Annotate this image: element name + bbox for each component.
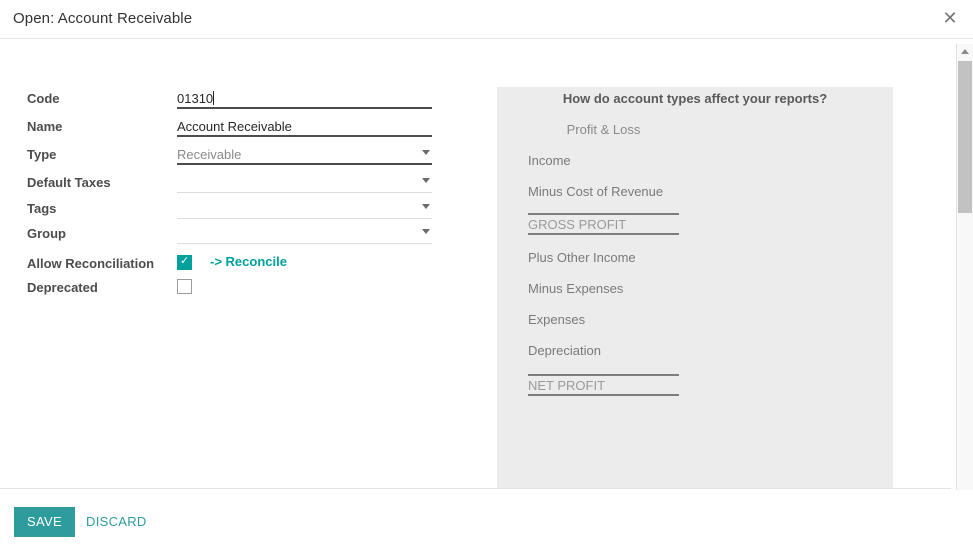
field-row-name: Name Account Receivable bbox=[27, 116, 432, 144]
chevron-down-icon bbox=[422, 229, 430, 234]
info-line-plus-other-income: Plus Other Income bbox=[528, 250, 636, 265]
field-control-group bbox=[177, 223, 432, 245]
info-panel-title: How do account types affect your reports… bbox=[562, 91, 828, 106]
field-row-type: Type Receivable bbox=[27, 144, 432, 172]
field-row-tags: Tags bbox=[27, 198, 432, 226]
info-line-minus-cost-of-revenue: Minus Cost of Revenue bbox=[528, 184, 664, 199]
text-cursor bbox=[213, 91, 215, 105]
chevron-up-icon[interactable] bbox=[957, 44, 973, 60]
reconcile-link[interactable]: -> Reconcile bbox=[210, 254, 287, 269]
save-button[interactable]: SAVE bbox=[14, 507, 75, 537]
field-row-default-taxes: Default Taxes bbox=[27, 172, 432, 200]
type-select-value: Receivable bbox=[177, 147, 242, 162]
allow-reconciliation-checkbox[interactable] bbox=[177, 254, 192, 270]
field-label-name: Name bbox=[27, 119, 63, 134]
field-row-group: Group bbox=[27, 223, 432, 251]
scrollbar-thumb[interactable] bbox=[958, 61, 972, 213]
default-taxes-select[interactable] bbox=[177, 172, 432, 193]
info-total-gross-profit: GROSS PROFIT bbox=[528, 213, 679, 235]
name-input-value: Account Receivable bbox=[177, 119, 292, 134]
field-label-allow-reconciliation: Allow Reconciliation bbox=[27, 256, 155, 271]
field-control-allow-reconciliation: -> Reconcile bbox=[177, 253, 432, 275]
field-label-group: Group bbox=[27, 226, 66, 241]
info-line-expenses: Expenses bbox=[528, 312, 586, 327]
deprecated-checkbox[interactable] bbox=[177, 279, 192, 294]
type-select[interactable]: Receivable bbox=[177, 144, 432, 165]
chevron-down-icon bbox=[422, 150, 430, 155]
info-line-income: Income bbox=[528, 153, 571, 168]
dialog-footer: SAVE DISCARD bbox=[0, 490, 973, 555]
chevron-down-icon bbox=[422, 204, 430, 209]
info-line-depreciation: Depreciation bbox=[528, 343, 601, 358]
code-input[interactable]: 01310 bbox=[177, 88, 432, 109]
field-control-code: 01310 bbox=[177, 88, 432, 110]
field-label-tags: Tags bbox=[27, 201, 57, 216]
field-control-deprecated bbox=[177, 277, 432, 299]
account-form: Code 01310 Name Account Receivable Type … bbox=[0, 40, 470, 488]
vertical-scrollbar[interactable] bbox=[956, 44, 973, 510]
dialog-body: Code 01310 Name Account Receivable Type … bbox=[0, 40, 951, 489]
field-control-name: Account Receivable bbox=[177, 116, 432, 138]
name-input[interactable]: Account Receivable bbox=[177, 116, 432, 137]
discard-button[interactable]: DISCARD bbox=[78, 507, 155, 537]
dialog-header: Open: Account Receivable ✕ bbox=[0, 0, 973, 39]
field-control-tags bbox=[177, 198, 432, 220]
tags-select[interactable] bbox=[177, 198, 432, 219]
info-total-net-profit: NET PROFIT bbox=[528, 374, 679, 396]
field-label-default-taxes: Default Taxes bbox=[27, 175, 111, 190]
field-label-code: Code bbox=[27, 91, 60, 106]
close-icon[interactable]: ✕ bbox=[938, 7, 962, 31]
info-line-minus-expenses: Minus Expenses bbox=[528, 281, 624, 296]
field-control-type: Receivable bbox=[177, 144, 432, 166]
field-row-deprecated: Deprecated bbox=[27, 277, 432, 305]
field-row-code: Code 01310 bbox=[27, 88, 432, 116]
group-select[interactable] bbox=[177, 223, 432, 244]
code-input-value: 01310 bbox=[177, 91, 214, 106]
field-label-type: Type bbox=[27, 147, 57, 162]
chevron-down-icon bbox=[422, 178, 430, 183]
field-control-default-taxes bbox=[177, 172, 432, 194]
info-panel-subtitle: Profit & Loss bbox=[566, 122, 641, 137]
field-label-deprecated: Deprecated bbox=[27, 280, 98, 295]
account-types-info-panel: How do account types affect your reports… bbox=[497, 87, 893, 488]
dialog-title: Open: Account Receivable bbox=[13, 10, 193, 27]
